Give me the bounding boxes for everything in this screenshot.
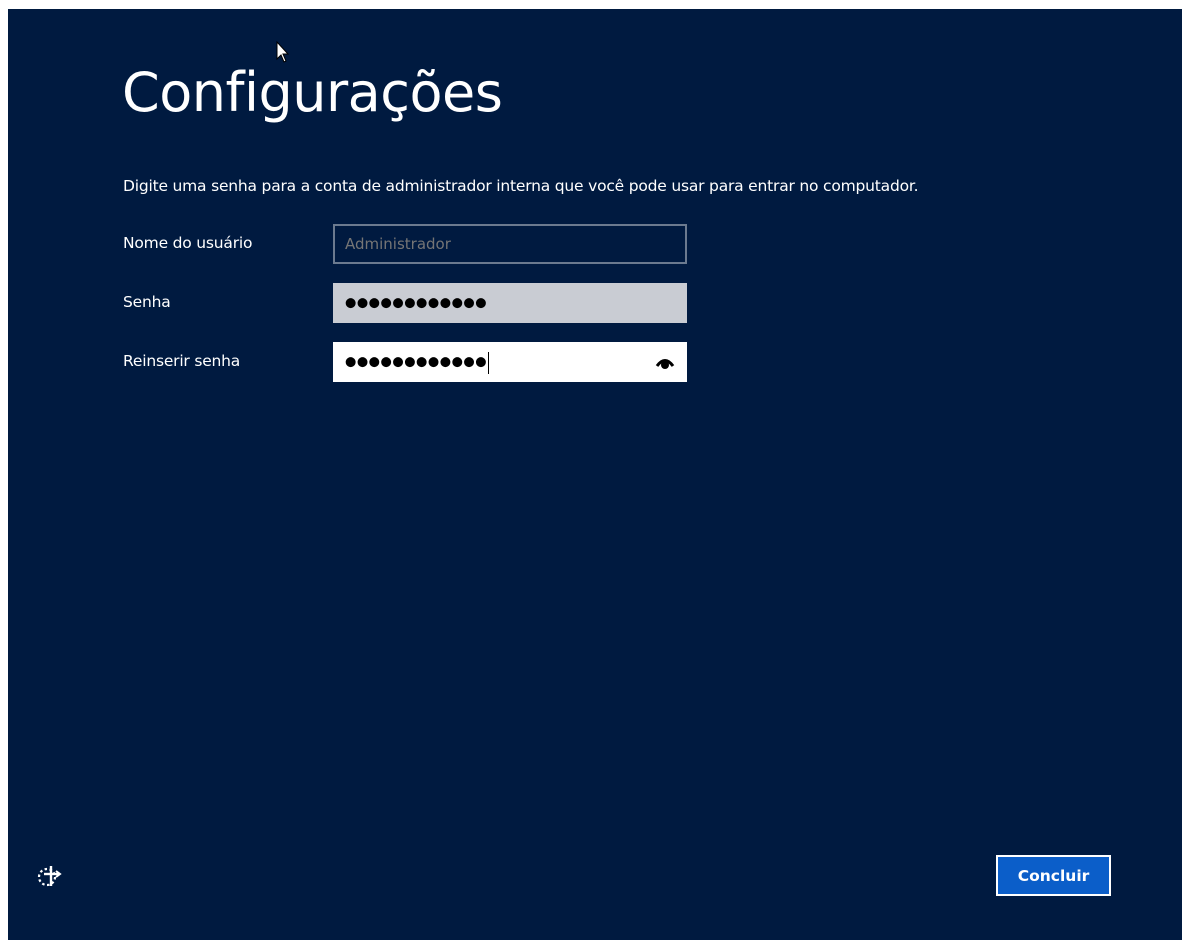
instruction-text: Digite uma senha para a conta de adminis… [123, 177, 919, 195]
password-masked-value: ●●●●●●●●●●●● [345, 295, 488, 311]
confirm-password-field[interactable]: ●●●●●●●●●●●● [333, 342, 687, 382]
password-field[interactable]: ●●●●●●●●●●●● [333, 283, 687, 323]
confirm-password-label: Reinserir senha [123, 352, 241, 370]
eye-icon[interactable] [655, 353, 675, 373]
page-title: Configurações [122, 61, 503, 124]
finish-button[interactable]: Concluir [996, 855, 1111, 896]
username-field[interactable] [333, 224, 687, 264]
confirm-password-masked-value: ●●●●●●●●●●●● [345, 354, 488, 370]
password-label: Senha [123, 293, 171, 311]
ease-of-access-icon[interactable] [36, 862, 64, 890]
username-label: Nome do usuário [123, 234, 253, 252]
setup-screen: Configurações Digite uma senha para a co… [8, 9, 1182, 940]
text-caret [488, 351, 490, 374]
